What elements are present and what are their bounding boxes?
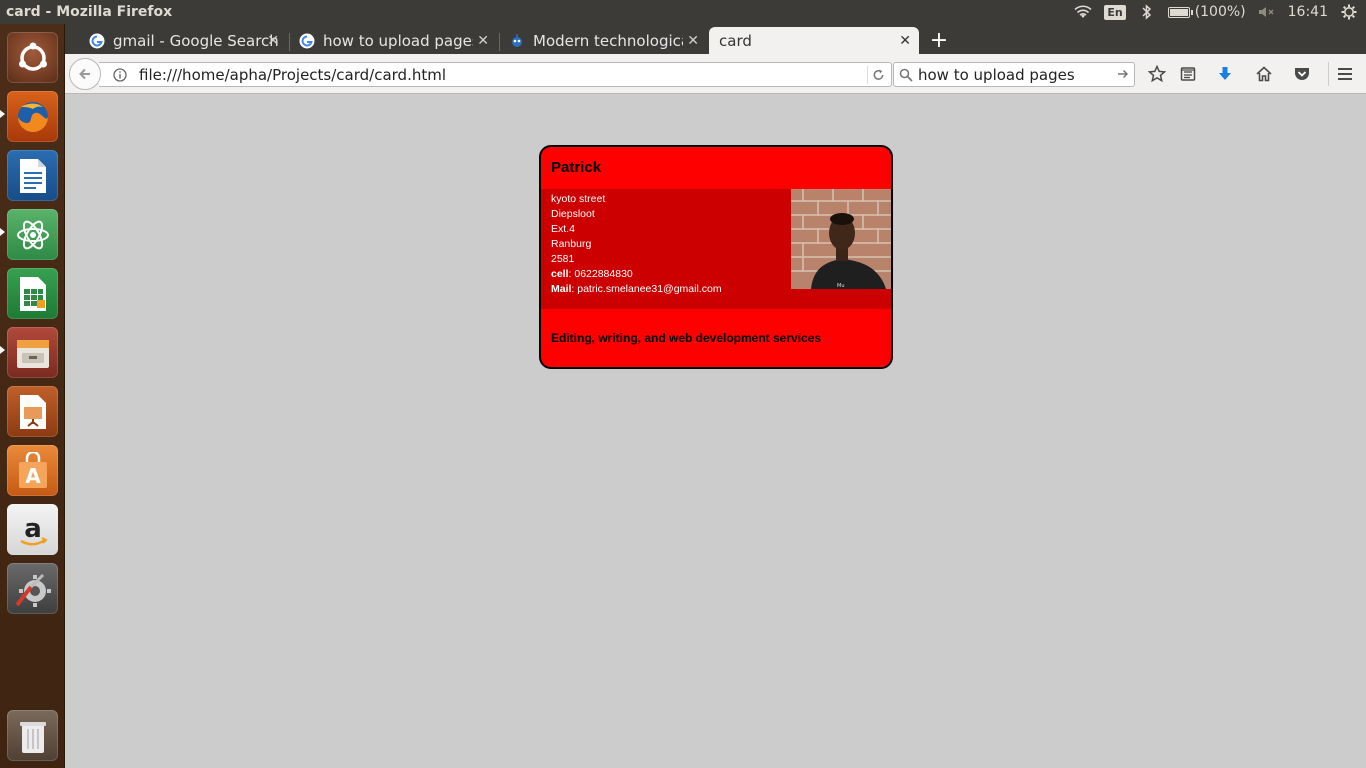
- browser-navigation-toolbar: file:///home/apha/Projects/card/card.htm…: [65, 54, 1366, 94]
- tab-label: Modern technological: [533, 31, 683, 50]
- libreoffice-calc-icon[interactable]: [7, 268, 58, 319]
- page-viewport: Patrick kyoto street Diepsloot Ext.4 Ran…: [65, 95, 1366, 768]
- tab-label: gmail - Google Search: [113, 31, 279, 50]
- libreoffice-impress-icon[interactable]: [7, 386, 58, 437]
- keyboard-layout-indicator[interactable]: En: [1104, 4, 1126, 20]
- browser-tab-bar: gmail - Google Search ✕ how to upload pa…: [65, 24, 1366, 54]
- tab-card-active[interactable]: card ✕: [709, 27, 919, 54]
- url-bar[interactable]: file:///home/apha/Projects/card/card.htm…: [99, 62, 892, 87]
- cell-label: cell: [551, 268, 569, 280]
- business-card: Patrick kyoto street Diepsloot Ext.4 Ran…: [539, 145, 893, 369]
- cell-value: : 0622884830: [568, 268, 633, 280]
- profile-photo: Mu: [791, 189, 891, 289]
- files-cabinet-icon[interactable]: [7, 327, 58, 378]
- tab-how-to-upload-pages[interactable]: how to upload pages - ✕: [293, 27, 497, 54]
- firefox-icon[interactable]: [7, 91, 58, 142]
- atom-editor-icon[interactable]: [7, 209, 58, 260]
- back-button[interactable]: [69, 58, 101, 90]
- address-line: Ranburg: [551, 238, 592, 250]
- cell-line: cell: 0622884830: [551, 267, 722, 282]
- address-line: kyoto street: [551, 193, 606, 205]
- downloads-arrow-icon[interactable]: [1215, 64, 1235, 84]
- toolbar-divider: [1328, 62, 1329, 86]
- battery-indicator[interactable]: (100%): [1167, 4, 1246, 20]
- close-icon[interactable]: ✕: [477, 33, 489, 49]
- svg-text:Mu: Mu: [837, 283, 844, 289]
- address-line: Diepsloot: [551, 208, 595, 220]
- tab-modern-technological[interactable]: Modern technological ✕: [503, 27, 707, 54]
- battery-percentage: (100%): [1194, 4, 1246, 20]
- close-icon[interactable]: ✕: [267, 33, 279, 49]
- mail-value: : patric.smelanee31@gmail.com: [571, 283, 722, 295]
- tab-gmail-google-search[interactable]: gmail - Google Search ✕: [83, 27, 287, 54]
- search-go-arrow-icon[interactable]: [1116, 67, 1130, 81]
- google-icon: [299, 33, 315, 49]
- mail-label: Mail: [551, 283, 572, 295]
- close-icon[interactable]: ✕: [687, 33, 699, 49]
- ubuntu-dash-icon[interactable]: [7, 32, 58, 83]
- search-bar[interactable]: [893, 62, 1135, 87]
- amazon-icon[interactable]: a: [7, 504, 58, 555]
- battery-icon: [1167, 6, 1193, 18]
- tab-divider: [499, 33, 500, 51]
- running-indicator: [0, 228, 5, 236]
- card-contact-details: kyoto street Diepsloot Ext.4 Ranburg 258…: [551, 192, 722, 297]
- system-settings-icon[interactable]: [7, 563, 58, 614]
- new-tab-button[interactable]: +: [927, 27, 951, 53]
- tab-divider: [289, 33, 290, 51]
- session-gear-icon[interactable]: [1340, 4, 1358, 20]
- address-line: Ext.4: [551, 223, 575, 235]
- svg-text:a: a: [24, 514, 42, 544]
- clock[interactable]: 16:41: [1288, 4, 1328, 20]
- tab-label: card: [719, 31, 752, 50]
- site-info-icon[interactable]: [111, 66, 129, 84]
- mail-line: Mail: patric.smelanee31@gmail.com: [551, 282, 722, 297]
- address-line: 2581: [551, 253, 575, 265]
- search-input[interactable]: [918, 65, 1118, 84]
- hamburger-menu-icon[interactable]: [1335, 64, 1355, 84]
- google-icon: [89, 33, 105, 49]
- tab-label: how to upload pages -: [323, 31, 473, 50]
- pocket-icon[interactable]: [1292, 64, 1312, 84]
- svg-text:A: A: [25, 464, 41, 488]
- search-icon: [898, 67, 914, 83]
- unity-launcher: A a: [0, 24, 65, 768]
- card-name: Patrick: [551, 159, 602, 176]
- bookmark-star-icon[interactable]: [1147, 64, 1167, 84]
- software-center-icon[interactable]: A: [7, 445, 58, 496]
- reload-icon[interactable]: [867, 66, 885, 84]
- system-top-panel: card - Mozilla Firefox En (100%) 16:41: [0, 0, 1366, 24]
- volume-muted-icon[interactable]: [1258, 4, 1276, 20]
- site-favicon-icon: [509, 33, 525, 49]
- running-indicator: [0, 346, 5, 354]
- back-arrow-icon: [79, 68, 90, 80]
- url-text[interactable]: file:///home/apha/Projects/card/card.htm…: [139, 66, 446, 84]
- running-indicator: [0, 110, 5, 118]
- bluetooth-icon[interactable]: [1138, 4, 1156, 20]
- home-icon[interactable]: [1254, 64, 1274, 84]
- libreoffice-writer-icon[interactable]: [7, 150, 58, 201]
- close-icon[interactable]: ✕: [899, 33, 911, 49]
- trash-icon[interactable]: [7, 710, 58, 761]
- wifi-icon[interactable]: [1074, 4, 1092, 20]
- system-tray: En (100%) 16:41: [1074, 4, 1366, 20]
- window-title: card - Mozilla Firefox: [6, 4, 173, 20]
- reading-list-icon[interactable]: [1178, 64, 1198, 84]
- card-services-tagline: Editing, writing, and web development se…: [551, 331, 822, 345]
